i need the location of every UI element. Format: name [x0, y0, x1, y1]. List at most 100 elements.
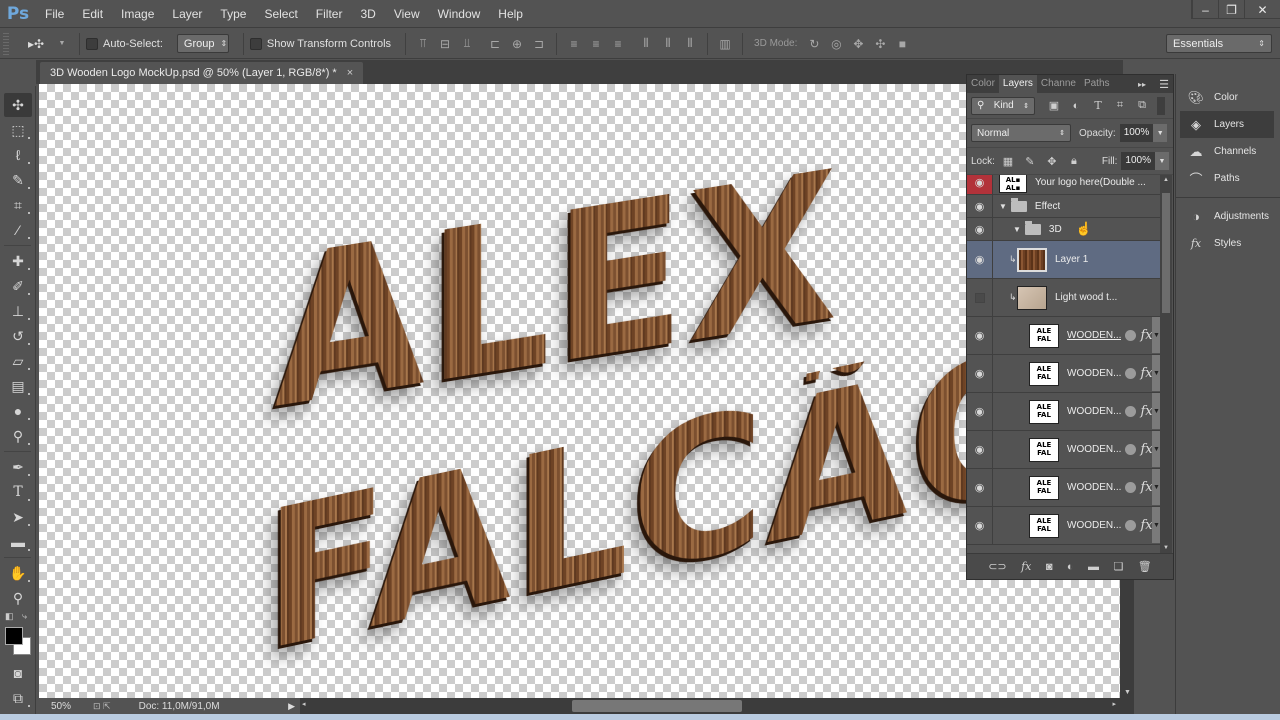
filter-smart-object-icon[interactable]: ⧉	[1133, 97, 1151, 115]
panel-menu-icon[interactable]: ☰	[1155, 75, 1173, 93]
layer-row[interactable]: ◉ ALE FAL WOODEN... fx ▼	[967, 317, 1161, 355]
menu-filter[interactable]: Filter	[307, 0, 352, 28]
layer-group-row[interactable]: ◉ ▼ 3D ☝	[967, 218, 1161, 241]
rotate-3d-icon[interactable]: ↻	[805, 35, 823, 53]
canvas-horizontal-scrollbar[interactable]: ◂ ▸	[300, 698, 1134, 714]
dock-item-color[interactable]: 🎨︎ Color	[1176, 84, 1280, 111]
visibility-eye-icon[interactable]: ◉	[967, 431, 993, 468]
expand-triangle-icon[interactable]: ▼	[1013, 225, 1021, 234]
blur-tool[interactable]: ●	[4, 399, 32, 423]
dock-item-channels[interactable]: ☁ Channels	[1176, 138, 1280, 165]
rectangle-tool[interactable]: ▬	[4, 530, 32, 554]
fill-input[interactable]: 100%	[1121, 152, 1155, 170]
healing-brush-tool[interactable]: ✚	[4, 249, 32, 273]
delete-layer-icon[interactable]: 🗑︎	[1138, 560, 1152, 573]
type-tool[interactable]: T	[4, 480, 32, 504]
status-menu-arrow-icon[interactable]: ▶	[288, 701, 295, 712]
menu-3d[interactable]: 3D	[351, 0, 384, 28]
menu-file[interactable]: File	[36, 0, 73, 28]
gradient-tool[interactable]: ▤	[4, 374, 32, 398]
filter-type-icon[interactable]: T	[1089, 97, 1107, 115]
align-top-icon[interactable]: ⫪	[414, 35, 432, 53]
zoom-tool[interactable]: ⚲	[4, 586, 32, 610]
new-group-icon[interactable]: ▬	[1088, 561, 1099, 573]
options-bar-grip[interactable]	[3, 32, 9, 55]
workspace-dropdown[interactable]: Essentials ⇕	[1166, 34, 1272, 53]
move-tool-preset-icon[interactable]: ▸✣	[23, 35, 49, 53]
layer-row[interactable]: ◉ ALE FAL WOODEN... fx ▼	[967, 431, 1161, 469]
document-tab[interactable]: 3D Wooden Logo MockUp.psd @ 50% (Layer 1…	[40, 62, 364, 84]
quick-selection-tool[interactable]: ✎	[4, 168, 32, 192]
layer-row[interactable]: ◉ ALE FAL WOODEN... fx ▼	[967, 393, 1161, 431]
foreground-color-swatch[interactable]	[5, 627, 23, 645]
minimize-button[interactable]: ‒	[1192, 0, 1218, 19]
status-info-icon[interactable]: ⊡ ⇱	[93, 701, 111, 712]
dock-item-paths[interactable]: ⌒ Paths	[1176, 165, 1280, 192]
scrollbar-thumb[interactable]	[1162, 193, 1170, 313]
align-right-icon[interactable]: ⊐	[530, 35, 548, 53]
hand-tool[interactable]: ✋	[4, 561, 32, 585]
swap-colors-icon[interactable]: ⤷	[22, 611, 27, 622]
blend-mode-dropdown[interactable]: Normal ⇕	[971, 124, 1071, 142]
tab-color[interactable]: Color	[967, 75, 999, 93]
menu-layer[interactable]: Layer	[163, 0, 211, 28]
marquee-tool[interactable]: ⬚	[4, 118, 32, 142]
visibility-eye-icon[interactable]: ◉	[967, 317, 993, 354]
visibility-eye-icon[interactable]: ◉	[967, 218, 993, 240]
filter-adjustment-icon[interactable]: ◐	[1067, 97, 1085, 115]
dodge-tool[interactable]: ⚲	[4, 424, 32, 448]
pen-tool[interactable]: ✒	[4, 455, 32, 479]
visibility-eye-icon[interactable]: ◉	[967, 469, 993, 506]
layer-row[interactable]: ◉ ALE FAL WOODEN... fx ▼	[967, 469, 1161, 507]
fx-icon[interactable]: fx	[1140, 518, 1152, 533]
layer-effects-toggle-icon[interactable]	[1125, 444, 1137, 455]
distribute-left-icon[interactable]: ⫴	[637, 35, 655, 53]
distribute-vcenter-icon[interactable]: ≡	[587, 35, 605, 53]
auto-align-layers-icon[interactable]: ▥	[716, 35, 734, 53]
tab-channels[interactable]: Channe	[1037, 75, 1080, 93]
menu-select[interactable]: Select	[255, 0, 306, 28]
lock-all-icon[interactable]: 🔒︎	[1065, 152, 1083, 170]
chevron-down-icon[interactable]: ▼	[53, 35, 71, 53]
fx-icon[interactable]: fx	[1140, 480, 1152, 495]
eyedropper-tool[interactable]: ⁄	[4, 218, 32, 242]
fx-icon[interactable]: fx	[1140, 366, 1152, 381]
layer-row[interactable]: ◉ AL▪ AL▪ Your logo here(Double ...	[967, 175, 1161, 195]
tab-paths[interactable]: Paths	[1080, 75, 1114, 93]
drag-3d-icon[interactable]: ✥	[849, 35, 867, 53]
show-transform-checkbox[interactable]	[249, 37, 262, 50]
scale-3d-icon[interactable]: ■	[893, 35, 911, 53]
scroll-up-arrow-icon[interactable]: ▲	[1163, 177, 1169, 183]
menu-image[interactable]: Image	[112, 0, 163, 28]
brush-tool[interactable]: ✐	[4, 274, 32, 298]
crop-tool[interactable]: ⌗	[4, 193, 32, 217]
layer-effects-toggle-icon[interactable]	[1125, 482, 1137, 493]
fx-icon[interactable]: fx	[1140, 442, 1152, 457]
screen-mode-icon[interactable]: ⧉	[4, 686, 32, 710]
scroll-left-arrow-icon[interactable]: ◂	[302, 700, 306, 708]
layer-effects-toggle-icon[interactable]	[1125, 368, 1137, 379]
zoom-level[interactable]: 50%	[51, 701, 91, 712]
new-layer-icon[interactable]: ❏	[1113, 560, 1123, 573]
history-brush-tool[interactable]: ↺	[4, 324, 32, 348]
roll-3d-icon[interactable]: ◎	[827, 35, 845, 53]
add-mask-icon[interactable]: ◙	[1046, 561, 1053, 573]
filter-toggle[interactable]	[1157, 96, 1165, 115]
filter-kind-dropdown[interactable]: ⚲ Kind ⇕	[971, 96, 1035, 115]
menu-edit[interactable]: Edit	[73, 0, 112, 28]
clone-stamp-tool[interactable]: ⊥	[4, 299, 32, 323]
visibility-eye-icon[interactable]: ◉	[967, 195, 993, 217]
menu-window[interactable]: Window	[429, 0, 490, 28]
filter-pixel-icon[interactable]: ▣	[1045, 97, 1063, 115]
dock-item-styles[interactable]: fx Styles	[1176, 230, 1280, 257]
close-window-button[interactable]: ✕	[1244, 0, 1280, 19]
slide-3d-icon[interactable]: ✣	[871, 35, 889, 53]
visibility-eye-icon[interactable]: ◉	[967, 355, 993, 392]
lock-position-icon[interactable]: ✥	[1043, 152, 1061, 170]
distribute-hcenter-icon[interactable]: ⫴	[659, 35, 677, 53]
lasso-tool[interactable]: ℓ	[4, 143, 32, 167]
align-left-icon[interactable]: ⊏	[486, 35, 504, 53]
fx-icon[interactable]: fx	[1140, 328, 1152, 343]
expand-triangle-icon[interactable]: ▼	[999, 202, 1007, 211]
close-document-icon[interactable]: ×	[347, 67, 353, 79]
